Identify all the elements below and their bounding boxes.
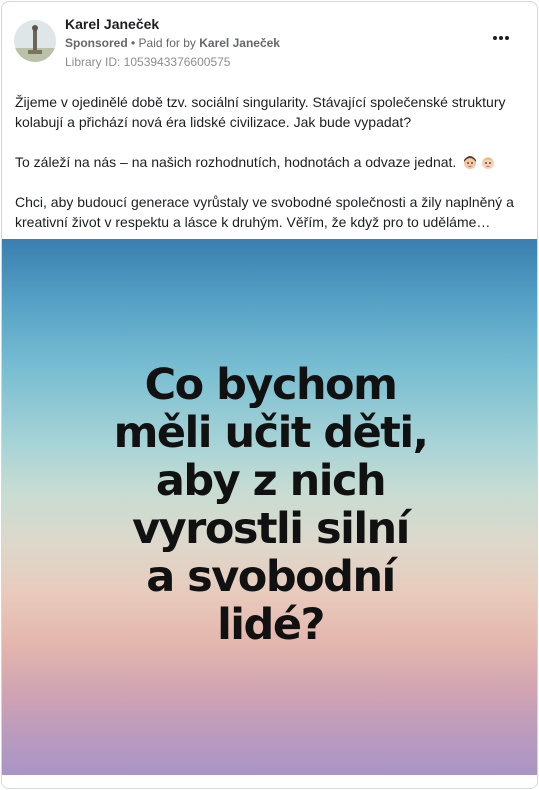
- meta-separator: •: [127, 36, 139, 50]
- ad-image[interactable]: Co bychom měli učit děti, aby z nich vyr…: [2, 239, 537, 775]
- post-paragraph: Žijeme v ojedinělé době tzv. sociální si…: [15, 94, 506, 130]
- paid-for-prefix: Paid for by: [138, 36, 200, 50]
- post-header: Karel Janeček Sponsored • Paid for by Ka…: [2, 2, 537, 82]
- post-paragraph-with-emoji: To záleží na nás – na našich rozhodnutíc…: [15, 152, 527, 172]
- headline-line: vyrostli silní: [132, 504, 410, 554]
- library-id: Library ID: 1053943376600575: [65, 55, 231, 69]
- more-options-icon[interactable]: [489, 30, 513, 46]
- headline-line: aby z nich: [155, 456, 387, 506]
- ad-card: Karel Janeček Sponsored • Paid for by Ka…: [1, 1, 538, 789]
- headline-line: lidé?: [217, 600, 325, 650]
- post-paragraph-text: To záleží na nás – na našich rozhodnutíc…: [15, 154, 457, 170]
- author-name[interactable]: Karel Janeček: [65, 16, 159, 32]
- author-avatar[interactable]: [14, 20, 56, 62]
- baby-emoji-icon: [480, 154, 496, 170]
- headline-line: Co bychom: [144, 360, 398, 410]
- headline-line: měli učit děti,: [113, 408, 429, 458]
- image-headline: Co bychom měli učit děti, aby z nich vyr…: [2, 360, 537, 650]
- girl-emoji-icon: [462, 154, 478, 170]
- paid-for-name[interactable]: Karel Janeček: [199, 36, 280, 50]
- post-paragraph: Chci, aby budoucí generace vyrůstaly ve …: [15, 194, 514, 230]
- sponsored-line: Sponsored • Paid for by Karel Janeček: [65, 36, 280, 50]
- headline-line: a svobodní: [146, 552, 396, 602]
- card-bottom-strip: [2, 775, 537, 788]
- post-text: Žijeme v ojedinělé době tzv. sociální si…: [15, 92, 527, 232]
- sponsored-label[interactable]: Sponsored: [65, 36, 128, 50]
